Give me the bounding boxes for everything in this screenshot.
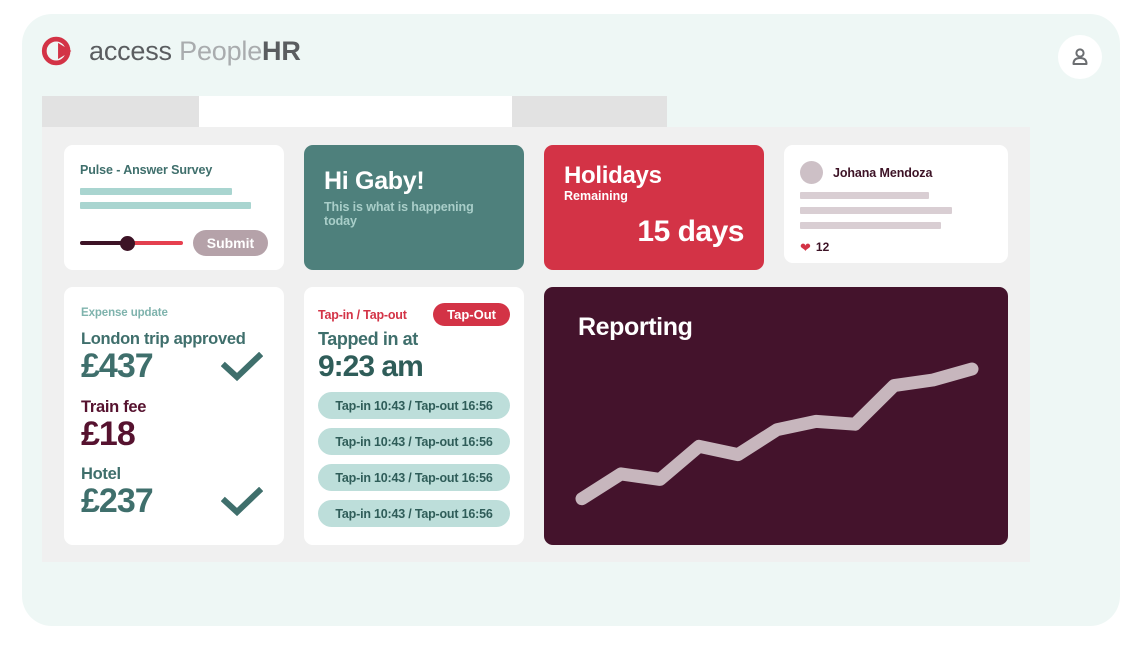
slider-knob[interactable] xyxy=(120,236,135,251)
expense-amount: £237 xyxy=(81,482,154,521)
tap-status-time: 9:23 am xyxy=(318,350,424,383)
holidays-title: Holidays xyxy=(564,162,662,189)
expense-item: Train fee £18 xyxy=(81,398,267,453)
check-icon xyxy=(221,487,263,517)
pulse-survey-card: Pulse - Answer Survey Submit xyxy=(64,145,284,270)
tap-entry-pill[interactable]: Tap-in 10:43 / Tap-out 16:56 xyxy=(318,428,510,455)
pulse-placeholder-bar xyxy=(80,188,232,195)
expense-amount-row: £237 xyxy=(81,484,267,520)
social-feed-card: Johana Mendoza ❤ 12 xyxy=(784,145,1008,263)
tap-status-label: Tapped in at xyxy=(318,329,418,349)
dashboard-page: access PeopleHR Pulse - Answer Survey Su… xyxy=(0,0,1142,652)
brand-logo: access PeopleHR xyxy=(40,32,301,70)
avatar xyxy=(800,161,823,184)
feed-header: Johana Mendoza xyxy=(800,161,992,184)
expense-amount-row: £437 xyxy=(81,347,267,385)
brand-access: access xyxy=(89,35,172,66)
expense-amount: £437 xyxy=(81,347,154,385)
expense-item: London trip approved £437 xyxy=(81,330,267,385)
feed-placeholder-bar xyxy=(800,192,929,199)
tap-out-button[interactable]: Tap-Out xyxy=(433,303,510,326)
reporting-line-chart xyxy=(575,362,979,506)
expense-kicker: Expense update xyxy=(81,307,168,319)
reporting-card: Reporting xyxy=(544,287,1008,545)
tap-entry-pill[interactable]: Tap-in 10:43 / Tap-out 16:56 xyxy=(318,500,510,527)
feed-placeholder-bar xyxy=(800,222,941,229)
expense-item: Hotel £237 xyxy=(81,465,267,520)
feed-author-name: Johana Mendoza xyxy=(833,165,933,180)
dashboard-panel: Pulse - Answer Survey Submit Hi Gaby! Th… xyxy=(42,127,1030,562)
greeting-card: Hi Gaby! This is what is happening today xyxy=(304,145,524,270)
check-icon xyxy=(221,351,263,381)
submit-button[interactable]: Submit xyxy=(192,230,268,256)
holidays-subtitle: Remaining xyxy=(564,189,628,204)
pulse-controls: Submit xyxy=(80,230,268,256)
tap-entry-pill[interactable]: Tap-in 10:43 / Tap-out 16:56 xyxy=(318,464,510,491)
user-account-button[interactable] xyxy=(1058,35,1102,79)
expense-update-card: Expense update London trip approved £437… xyxy=(64,287,284,545)
person-icon xyxy=(1072,48,1088,65)
brand-hr: HR xyxy=(262,35,301,66)
holidays-card: Holidays Remaining 15 days xyxy=(544,145,764,270)
tab-three[interactable] xyxy=(512,96,667,127)
tap-kicker: Tap-in / Tap-out xyxy=(318,307,407,322)
greeting-subtitle: This is what is happening today xyxy=(324,200,474,228)
tap-entry-pill[interactable]: Tap-in 10:43 / Tap-out 16:56 xyxy=(318,392,510,419)
heart-icon: ❤ xyxy=(800,239,811,255)
tab-one[interactable] xyxy=(42,96,199,127)
tap-header: Tap-in / Tap-out Tap-Out xyxy=(318,303,510,326)
greeting-title: Hi Gaby! xyxy=(324,167,425,195)
feed-like-row[interactable]: ❤ 12 xyxy=(800,240,992,254)
brand-people: People xyxy=(171,35,263,66)
expense-label: Train fee xyxy=(81,397,147,416)
expense-amount: £18 xyxy=(81,414,136,453)
pulse-placeholder-bar xyxy=(80,202,251,209)
tab-two[interactable] xyxy=(199,96,512,127)
brand-wordmark: access PeopleHR xyxy=(89,35,301,66)
expense-amount-row: £18 xyxy=(81,414,267,453)
tap-in-out-card: Tap-in / Tap-out Tap-Out Tapped in at 9:… xyxy=(304,287,524,545)
access-logo-icon xyxy=(41,36,72,66)
like-count: 12 xyxy=(815,240,830,254)
pulse-title: Pulse - Answer Survey xyxy=(80,163,213,177)
holidays-value: 15 days xyxy=(637,215,744,249)
tab-bar xyxy=(42,96,667,127)
feed-placeholder-bar xyxy=(800,207,952,214)
pulse-slider[interactable] xyxy=(80,235,183,251)
